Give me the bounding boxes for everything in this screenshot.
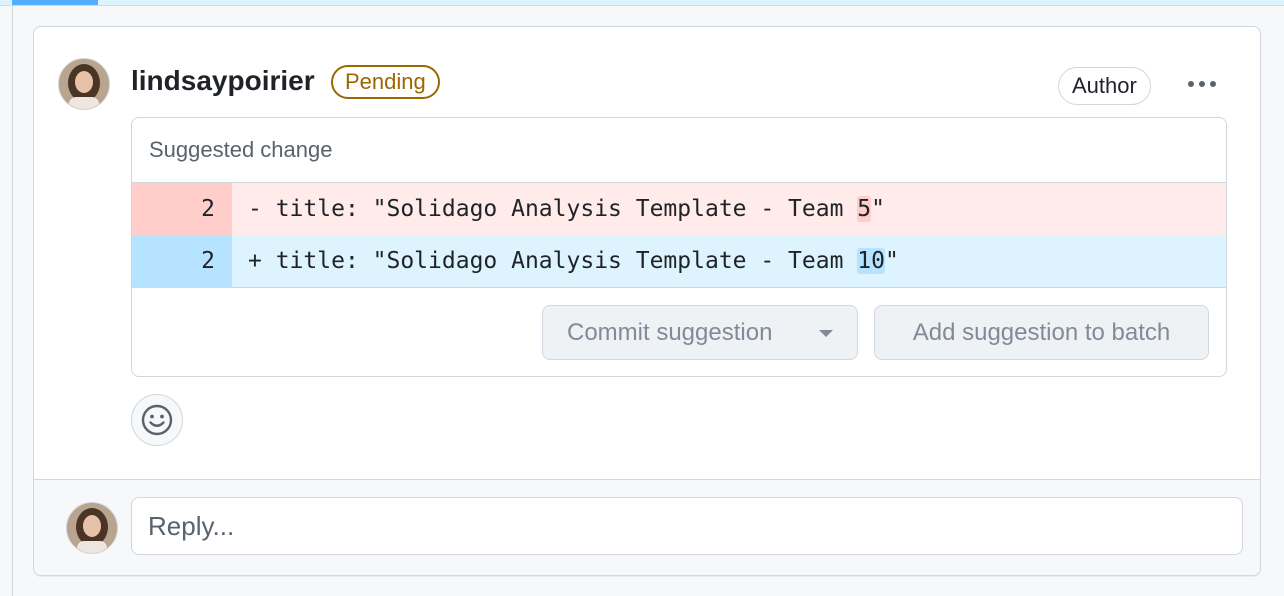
removed-prefix: - bbox=[248, 196, 276, 222]
diff-removed-line: 2 - title: "Solidago Analysis Template -… bbox=[132, 183, 1226, 235]
pending-status-badge: Pending bbox=[331, 65, 440, 99]
author-role-badge: Author bbox=[1058, 67, 1151, 105]
top-highlight-strip bbox=[0, 0, 1284, 6]
kebab-dot bbox=[1210, 81, 1216, 87]
suggested-change-box: Suggested change 2 - title: "Solidago An… bbox=[131, 117, 1227, 377]
caret-down-icon bbox=[819, 330, 833, 337]
top-accent-bar bbox=[12, 0, 98, 5]
added-highlight: 10 bbox=[857, 248, 885, 274]
removed-code-after: " bbox=[871, 196, 886, 222]
removed-line-number: 2 bbox=[132, 183, 232, 235]
added-prefix: + bbox=[248, 248, 276, 274]
smiley-icon bbox=[141, 404, 173, 436]
removed-code-before: title: "Solidago Analysis Template - Tea… bbox=[275, 196, 858, 222]
comment-author-username[interactable]: lindsaypoirier bbox=[131, 65, 315, 97]
added-code-before: title: "Solidago Analysis Template - Tea… bbox=[275, 248, 858, 274]
suggested-change-header: Suggested change bbox=[132, 118, 1226, 183]
suggestion-actions: Commit suggestion Add suggestion to batc… bbox=[132, 288, 1226, 376]
kebab-menu-icon[interactable] bbox=[1182, 71, 1222, 97]
added-line-code: + title: "Solidago Analysis Template - T… bbox=[232, 235, 899, 287]
commit-suggestion-button[interactable]: Commit suggestion bbox=[542, 305, 858, 360]
add-suggestion-to-batch-button[interactable]: Add suggestion to batch bbox=[874, 305, 1209, 360]
reply-avatar bbox=[66, 502, 118, 554]
added-line-number: 2 bbox=[132, 235, 232, 287]
kebab-dot bbox=[1199, 81, 1205, 87]
reply-area: Reply... bbox=[34, 479, 1260, 575]
removed-highlight: 5 bbox=[857, 196, 872, 222]
avatar-image bbox=[59, 59, 109, 109]
add-reaction-button[interactable] bbox=[131, 394, 183, 446]
kebab-dot bbox=[1188, 81, 1194, 87]
timeline-border bbox=[12, 5, 13, 596]
avatar-image bbox=[67, 503, 117, 553]
avatar[interactable] bbox=[58, 58, 110, 110]
removed-line-code: - title: "Solidago Analysis Template - T… bbox=[232, 183, 885, 235]
added-code-after: " bbox=[885, 248, 899, 274]
commit-suggestion-label: Commit suggestion bbox=[567, 319, 773, 346]
reply-input[interactable]: Reply... bbox=[131, 497, 1243, 555]
review-comment-card: lindsaypoirier Pending Author Suggested … bbox=[33, 26, 1261, 576]
diff-added-line: 2 + title: "Solidago Analysis Template -… bbox=[132, 235, 1226, 287]
